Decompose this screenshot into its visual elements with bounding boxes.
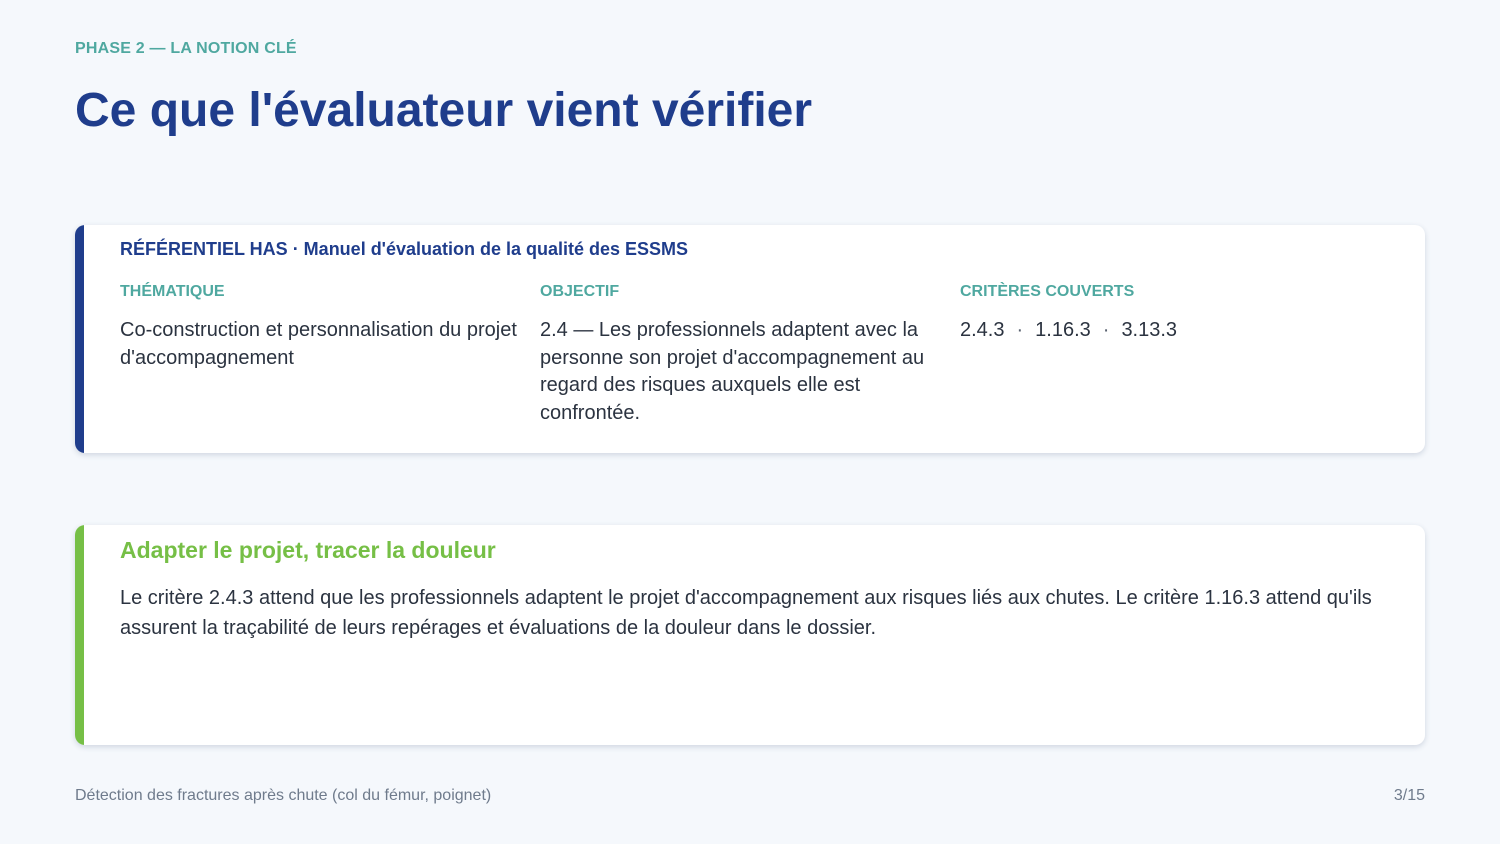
eyebrow-label: PHASE 2 — LA NOTION CLÉ <box>75 40 297 57</box>
thematique-label: THÉMATIQUE <box>120 283 225 300</box>
referentiel-accent-bar <box>75 225 84 453</box>
adapt-accent-bar <box>75 525 84 745</box>
critere-separator: · <box>1016 319 1024 341</box>
critere-separator: · <box>1102 319 1110 341</box>
adapt-title: Adapter le projet, tracer la douleur <box>120 537 496 563</box>
footer-subject: Détection des fractures après chute (col… <box>75 787 492 804</box>
adapt-text: Le critère 2.4.3 attend que les professi… <box>120 587 1372 639</box>
thematique-value: Co-construction et personnalisation du p… <box>120 319 517 369</box>
objectif-value: 2.4 — Les professionnels adaptent avec l… <box>540 319 925 424</box>
critere-item: 3.13.3 <box>1121 319 1178 341</box>
column-thematique: THÉMATIQUE Co-construction et personnali… <box>120 283 525 372</box>
column-objectif: OBJECTIF 2.4 — Les professionnels adapte… <box>540 283 945 427</box>
criteres-label: CRITÈRES COUVERTS <box>960 283 1135 300</box>
critere-item: 2.4.3 <box>960 319 1005 341</box>
criteres-list: 2.4.3 · 1.16.3 · 3.13.3 <box>960 317 1365 345</box>
page-number: 3/15 <box>1393 787 1425 804</box>
critere-item: 1.16.3 <box>1035 319 1091 341</box>
page-title: Ce que l'évaluateur vient vérifier <box>75 84 813 137</box>
adapt-card: Adapter le projet, tracer la douleur Le … <box>75 525 1425 745</box>
column-criteres: CRITÈRES COUVERTS 2.4.3 · 1.16.3 · 3.13.… <box>960 283 1365 345</box>
objectif-label: OBJECTIF <box>540 283 620 300</box>
referentiel-card: RÉFÉRENTIEL HAS · Manuel d'évaluation de… <box>75 225 1425 453</box>
referentiel-heading: RÉFÉRENTIEL HAS · Manuel d'évaluation de… <box>120 239 689 259</box>
